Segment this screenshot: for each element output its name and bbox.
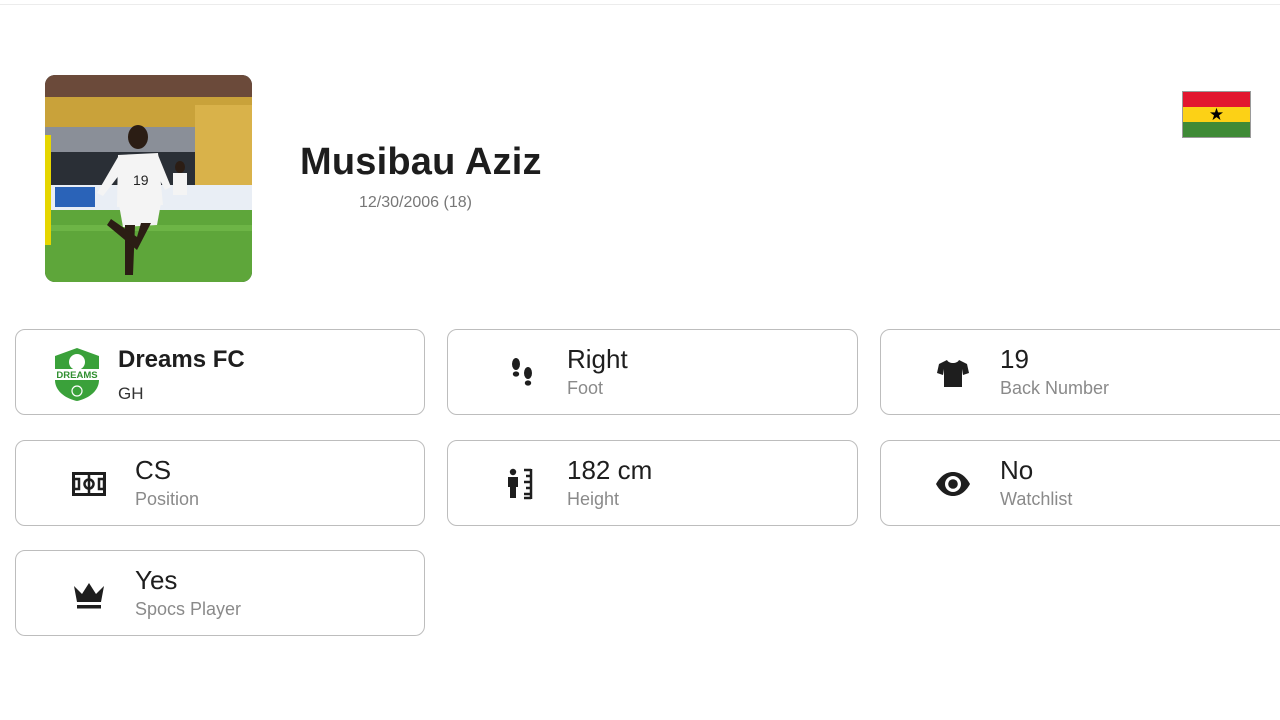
back-number-value: 19 (1000, 344, 1029, 374)
height-icon (504, 466, 540, 502)
svg-text:DREAMS: DREAMS (56, 370, 97, 381)
player-photo: 19 (45, 75, 252, 282)
ghana-flag-icon: ★ (1182, 91, 1251, 138)
watchlist-value: No (1000, 455, 1034, 485)
spocs-player-card[interactable]: Yes Spocs Player (15, 550, 425, 636)
watchlist-card[interactable]: No Watchlist (880, 440, 1280, 526)
crown-icon (71, 576, 107, 612)
foot-value: Right (567, 344, 628, 374)
position-card[interactable]: CS Position (15, 440, 425, 526)
height-label: Height (567, 489, 620, 509)
spocs-player-label: Spocs Player (135, 599, 242, 619)
watchlist-label: Watchlist (1000, 489, 1073, 509)
player-name: Musibau Aziz (300, 141, 542, 183)
club-logo-icon: DREAMS (51, 346, 103, 402)
club-name: Dreams FC (118, 346, 245, 373)
position-value: CS (135, 455, 172, 485)
club-country: GH (118, 384, 144, 403)
club-card[interactable]: DREAMS Dreams FC GH (15, 329, 425, 415)
foot-card[interactable]: Right Foot (447, 329, 858, 415)
eye-icon (935, 466, 971, 502)
back-number-card[interactable]: 19 Back Number (880, 329, 1280, 415)
shirt-icon (935, 355, 971, 391)
footprints-icon (504, 355, 540, 391)
height-value: 182 cm (567, 455, 653, 485)
spocs-player-value: Yes (135, 565, 178, 595)
svg-text:19: 19 (133, 172, 149, 188)
pitch-icon (71, 466, 107, 502)
player-dob: 12/30/2006 (18) (359, 194, 472, 211)
back-number-label: Back Number (1000, 378, 1110, 398)
top-divider (0, 4, 1280, 5)
foot-label: Foot (567, 378, 604, 398)
position-label: Position (135, 489, 200, 509)
height-card[interactable]: 182 cm Height (447, 440, 858, 526)
